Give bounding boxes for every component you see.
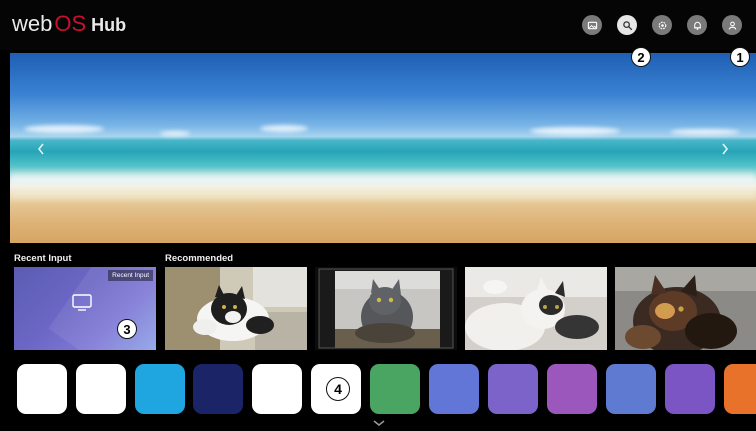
recent-input-tag: Recent Input: [108, 270, 153, 281]
app-tile[interactable]: [665, 364, 715, 414]
brand-logo: web OS Hub: [12, 11, 126, 37]
recommended-item-cat-3[interactable]: [465, 267, 607, 350]
wave-foam: [10, 173, 756, 183]
cloud: [530, 127, 620, 135]
callout-2: 2: [631, 47, 651, 67]
app-tile[interactable]: [370, 364, 420, 414]
cloud: [24, 125, 104, 133]
brand-hub: Hub: [91, 15, 127, 35]
recommended-title: Recommended: [165, 253, 234, 264]
chevron-down-icon[interactable]: [372, 419, 386, 427]
header-actions: [582, 15, 742, 35]
app-tile[interactable]: [17, 364, 67, 414]
account-icon[interactable]: [722, 15, 742, 35]
app-tile[interactable]: [429, 364, 479, 414]
recommended-item-cat-2[interactable]: [315, 267, 457, 350]
app-tile[interactable]: [606, 364, 656, 414]
image-icon[interactable]: [582, 15, 602, 35]
brand-os: OS: [54, 11, 87, 36]
app-tile[interactable]: [193, 364, 243, 414]
callout-1: 1: [730, 47, 750, 67]
app-tile[interactable]: [76, 364, 126, 414]
app-tile[interactable]: [547, 364, 597, 414]
cloud: [160, 131, 190, 136]
chevron-right-icon[interactable]: [720, 141, 732, 157]
search-icon[interactable]: [617, 15, 637, 35]
top-bar: web OS Hub: [0, 0, 756, 50]
recent-input-title: Recent Input: [14, 253, 72, 264]
hero-banner[interactable]: [10, 53, 756, 243]
recommended-item-cat-4[interactable]: [615, 267, 756, 350]
settings-icon[interactable]: [652, 15, 672, 35]
recommended-item-cat-1[interactable]: [165, 267, 307, 350]
tv-icon: [72, 294, 92, 311]
brand-web: web: [12, 11, 53, 36]
app-tile[interactable]: [252, 364, 302, 414]
callout-3: 3: [117, 319, 137, 339]
wave-foam: [10, 189, 756, 199]
app-tile[interactable]: [135, 364, 185, 414]
chevron-left-icon[interactable]: [36, 141, 48, 157]
cloud: [260, 125, 308, 132]
webos-hub-home: web OS Hub 2 1 Recent Input Recommended …: [0, 0, 756, 431]
recent-input-card[interactable]: Recent Input: [14, 267, 156, 350]
app-tile[interactable]: [488, 364, 538, 414]
cloud: [670, 129, 740, 135]
callout-4: 4: [326, 377, 350, 401]
app-tile[interactable]: [724, 364, 756, 414]
notification-icon[interactable]: [687, 15, 707, 35]
